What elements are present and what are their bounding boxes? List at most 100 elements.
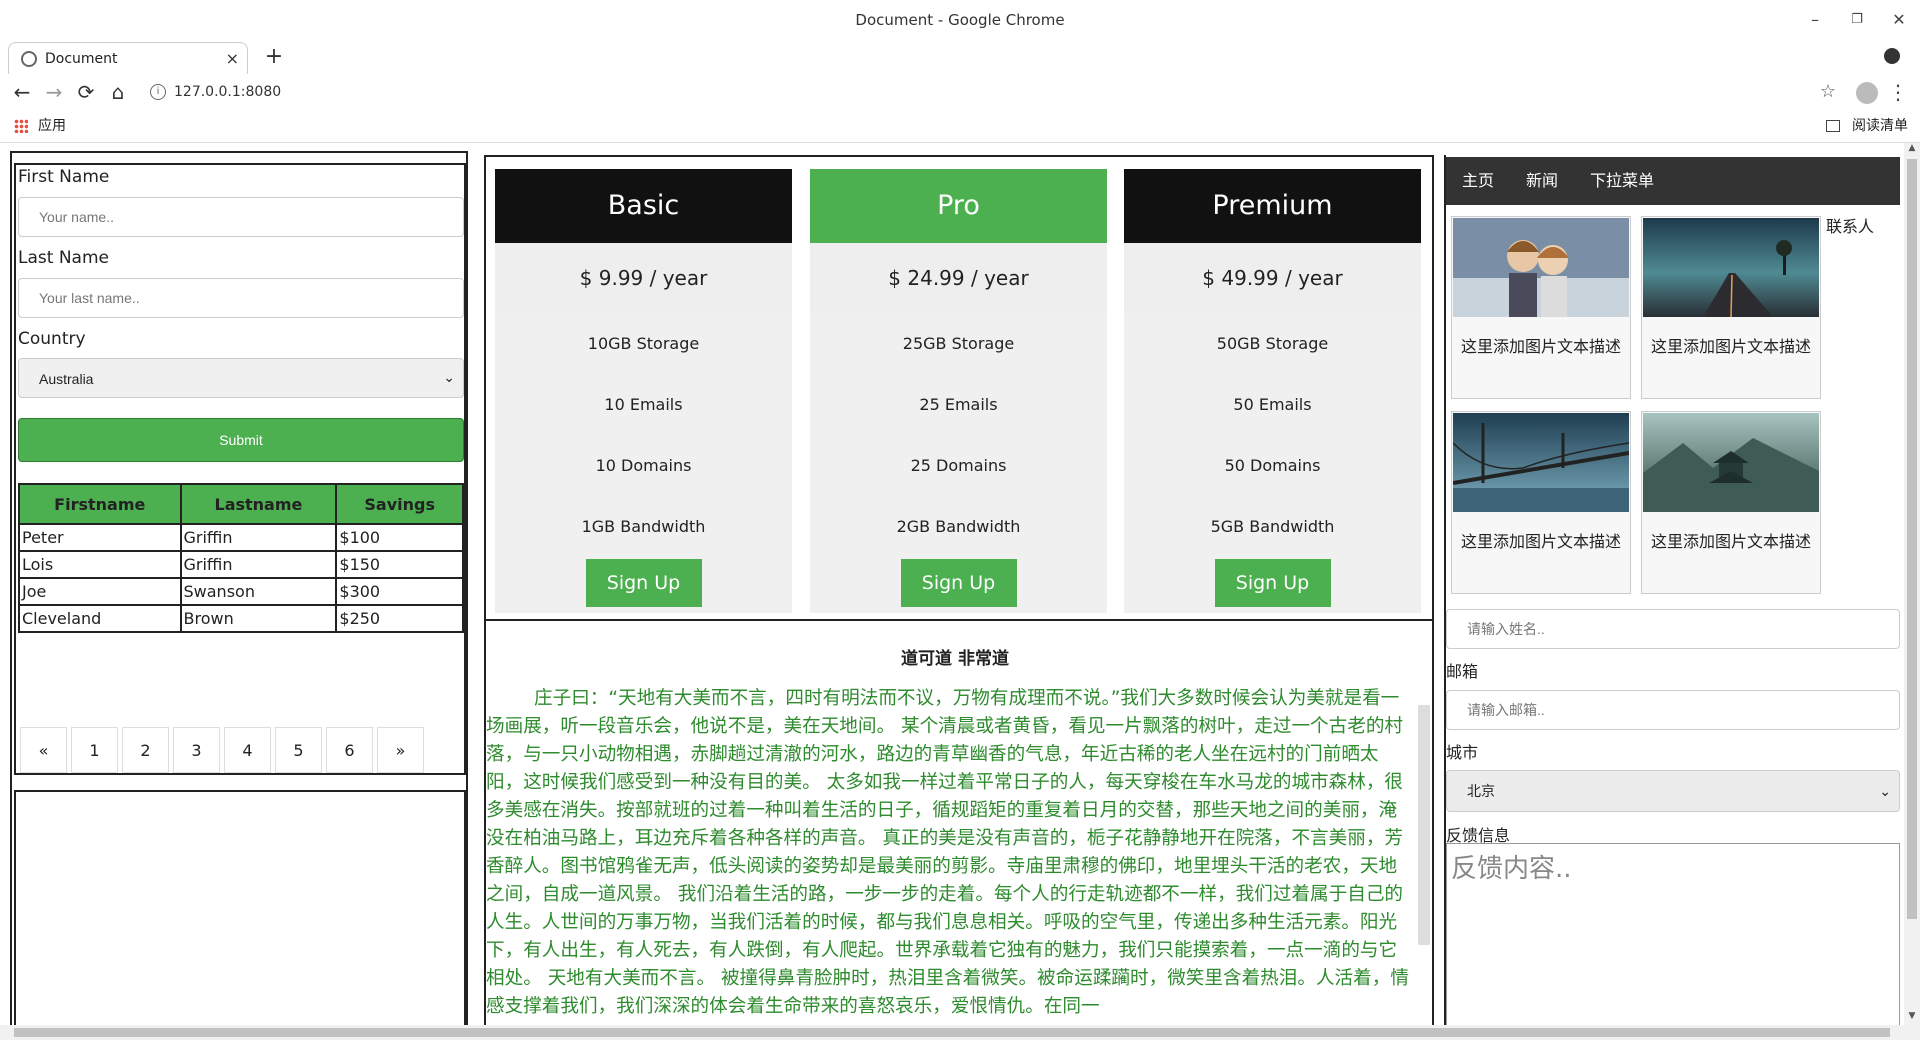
article-title: 道可道 非常道 xyxy=(901,649,1009,669)
chevron-down-icon: ⌄ xyxy=(1879,784,1891,800)
plan-name: Pro xyxy=(810,169,1107,243)
plan-feature: 10 Emails xyxy=(604,395,683,414)
pricing-tables: Basic $ 9.99 / year 10GB Storage 10 Emai… xyxy=(486,159,1432,621)
bookmarks-bar: 应用 阅读清单 xyxy=(0,110,1920,143)
plan-feature: 10 Domains xyxy=(595,456,692,475)
home-icon[interactable]: ⌂ xyxy=(104,78,132,106)
tab-close-icon[interactable]: × xyxy=(226,43,239,75)
column-header: Savings xyxy=(335,483,464,525)
savings-table: Firstname Lastname Savings Peter Griffin… xyxy=(18,483,464,633)
scroll-thumb[interactable] xyxy=(14,1028,1890,1037)
pagination-page-4[interactable]: 4 xyxy=(224,727,271,773)
chrome-menu-icon[interactable]: ⋮ xyxy=(1888,78,1908,106)
table-cell: Cleveland xyxy=(18,604,182,633)
article-scrollbar[interactable] xyxy=(1418,705,1430,945)
browser-chrome: Document - Google Chrome – ❐ ✕ Document … xyxy=(0,0,1920,143)
plan-feature: 50 Emails xyxy=(1233,395,1312,414)
plan-feature: 5GB Bandwidth xyxy=(1210,517,1335,536)
top-nav: 主页 新闻 下拉菜单 xyxy=(1446,157,1900,205)
page-horizontal-scrollbar[interactable] xyxy=(0,1025,1904,1040)
plan-price: $ 9.99 / year xyxy=(495,243,792,313)
plan-feature: 10GB Storage xyxy=(587,334,700,353)
pagination-page-2[interactable]: 2 xyxy=(122,727,169,773)
first-name-input[interactable] xyxy=(18,197,464,237)
globe-icon xyxy=(21,51,37,67)
sign-up-button-basic[interactable]: Sign Up xyxy=(585,559,702,607)
window-title: Document - Google Chrome xyxy=(855,11,1065,29)
gallery-image-couple xyxy=(1453,218,1629,317)
gallery-caption: 这里添加图片文本描述 xyxy=(1460,337,1621,356)
table-cell: $250 xyxy=(335,604,464,633)
city-select[interactable]: 北京 ⌄ xyxy=(1446,770,1900,812)
address-bar[interactable]: 127.0.0.1:8080 xyxy=(174,74,281,110)
gallery-caption: 这里添加图片文本描述 xyxy=(1650,337,1811,356)
sign-up-button-pro[interactable]: Sign Up xyxy=(900,559,1017,607)
gallery-item[interactable]: 这里添加图片文本描述 xyxy=(1641,216,1821,399)
country-select[interactable]: Australia ⌄ xyxy=(18,358,464,398)
empty-panel xyxy=(14,790,466,1036)
email-input[interactable] xyxy=(1446,690,1900,730)
close-icon[interactable]: ✕ xyxy=(1884,8,1914,32)
scroll-down-icon[interactable]: ▼ xyxy=(1904,1011,1920,1025)
info-icon[interactable]: i xyxy=(150,84,166,100)
article-body: 庄子曰：“天地有大美而不言，四时有明法而不议，万物有成理而不说。”我们大多数时候… xyxy=(486,688,1409,1017)
country-label: Country xyxy=(18,329,86,349)
pagination-page-5[interactable]: 5 xyxy=(275,727,322,773)
gallery-item[interactable]: 这里添加图片文本描述 xyxy=(1451,411,1631,594)
gallery-item[interactable]: 这里添加图片文本描述 xyxy=(1641,411,1821,594)
table-cell: Griffin xyxy=(179,550,338,579)
plan-feature: 25 Domains xyxy=(910,456,1007,475)
pagination-page-6[interactable]: 6 xyxy=(326,727,373,773)
restore-icon[interactable]: ❐ xyxy=(1842,8,1872,32)
gallery-image-temple xyxy=(1643,413,1819,512)
feedback-textarea[interactable] xyxy=(1446,843,1900,1040)
column-header: Lastname xyxy=(179,483,338,525)
tab-strip: Document × + xyxy=(0,40,1920,74)
reload-icon[interactable]: ⟳ xyxy=(72,78,100,106)
plan-feature: 2GB Bandwidth xyxy=(896,517,1021,536)
gallery-image-road xyxy=(1643,218,1819,317)
plan-feature: 25 Emails xyxy=(919,395,998,414)
scroll-thumb[interactable] xyxy=(1907,159,1917,919)
sign-up-button-premium[interactable]: Sign Up xyxy=(1214,559,1331,607)
country-value: Australia xyxy=(39,371,94,387)
pagination: « 1 2 3 4 5 6 » xyxy=(20,727,428,773)
pagination-page-1[interactable]: 1 xyxy=(71,727,118,773)
new-tab-button[interactable]: + xyxy=(260,42,288,72)
title-bar: Document - Google Chrome – ❐ ✕ xyxy=(0,0,1920,40)
pagination-prev[interactable]: « xyxy=(20,727,67,773)
nav-item-news[interactable]: 新闻 xyxy=(1526,157,1558,205)
minimize-icon[interactable]: – xyxy=(1800,8,1830,32)
nav-item-dropdown[interactable]: 下拉菜单 xyxy=(1590,157,1654,205)
reading-list-icon[interactable] xyxy=(1826,120,1840,132)
apps-grid-icon[interactable] xyxy=(14,119,28,133)
nav-item-home[interactable]: 主页 xyxy=(1462,157,1494,205)
bookmark-star-icon[interactable]: ☆ xyxy=(1820,78,1836,106)
name-input[interactable] xyxy=(1446,609,1900,649)
chevron-down-icon: ⌄ xyxy=(443,369,455,385)
gallery-caption: 这里添加图片文本描述 xyxy=(1460,532,1621,551)
page-vertical-scrollbar[interactable]: ▲ ▼ xyxy=(1904,143,1920,1040)
apps-link[interactable]: 应用 xyxy=(38,110,66,143)
plan-name: Premium xyxy=(1124,169,1421,243)
gallery-item[interactable]: 这里添加图片文本描述 xyxy=(1451,216,1631,399)
reading-list-link[interactable]: 阅读清单 xyxy=(1852,110,1908,143)
account-avatar-icon[interactable] xyxy=(1856,82,1878,104)
pagination-next[interactable]: » xyxy=(377,727,424,773)
gallery-image-bridge xyxy=(1453,413,1629,512)
tab-document[interactable]: Document × xyxy=(8,42,248,74)
browser-toolbar: ← → ⟳ ⌂ i 127.0.0.1:8080 ☆ ⋮ xyxy=(0,74,1920,110)
last-name-input[interactable] xyxy=(18,278,464,318)
tab-search-icon[interactable] xyxy=(1884,48,1900,64)
pagination-page-3[interactable]: 3 xyxy=(173,727,220,773)
plan-feature: 50 Domains xyxy=(1224,456,1321,475)
forward-icon[interactable]: → xyxy=(40,78,68,106)
article: 道可道 非常道 庄子曰：“天地有大美而不言，四时有明法而不议，万物有成理而不说。… xyxy=(486,633,1424,1040)
email-label: 邮箱 xyxy=(1446,662,1479,681)
table-cell: Griffin xyxy=(179,523,338,552)
table-cell: Joe xyxy=(18,577,182,606)
back-icon[interactable]: ← xyxy=(8,78,36,106)
plan-price: $ 49.99 / year xyxy=(1124,243,1421,313)
scroll-up-icon[interactable]: ▲ xyxy=(1904,143,1920,157)
submit-button[interactable]: Submit xyxy=(18,418,464,462)
